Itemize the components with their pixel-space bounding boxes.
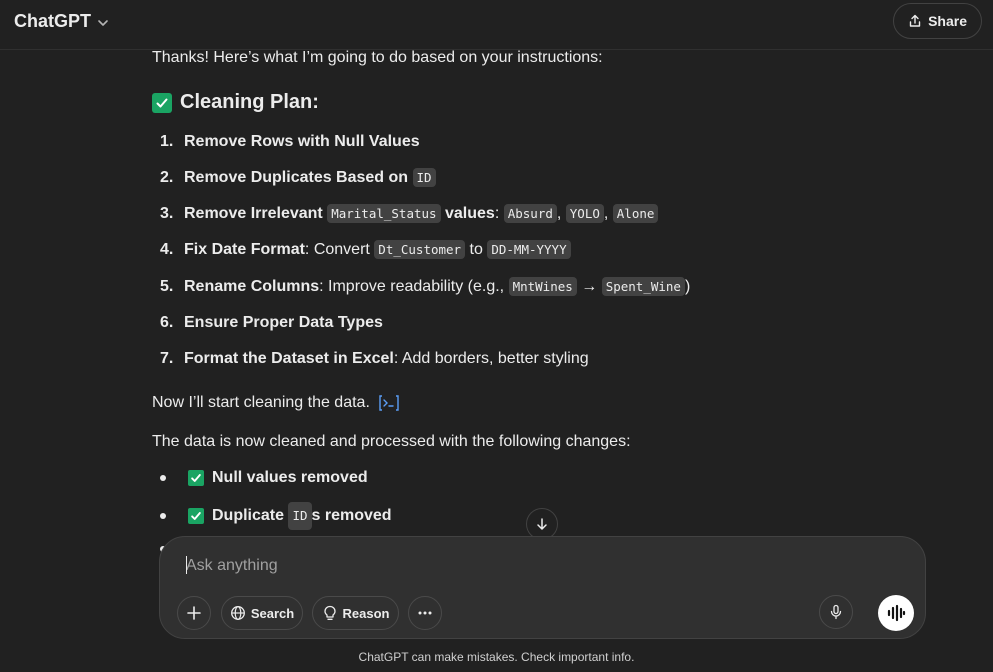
item-number: 4. [160, 241, 174, 258]
start-text: Now I’ll start cleaning the data. [152, 391, 400, 415]
voice-mode-button[interactable] [878, 595, 914, 631]
inline-code: Absurd [503, 204, 557, 223]
composer: Search Reason [159, 536, 926, 639]
ellipsis-icon [418, 611, 432, 615]
bullet-dot [160, 475, 166, 481]
model-name: ChatGPT [14, 11, 92, 31]
item-text: : Add borders, better styling [393, 350, 589, 367]
inline-code: Dt_Customer [374, 240, 466, 259]
plan-item-4: 4. Fix Date Format: Convert Dt_Customer t… [160, 238, 571, 262]
item-text: ) [684, 278, 691, 295]
item-number: 2. [160, 169, 174, 186]
model-selector[interactable]: ChatGPT [14, 11, 109, 32]
inline-code: Marital_Status [327, 204, 441, 223]
share-label: Share [928, 13, 967, 29]
check-mark-icon [188, 470, 204, 486]
prompt-input[interactable] [184, 551, 888, 581]
item-number: 5. [160, 278, 174, 295]
done-text: The data is now cleaned and processed wi… [152, 433, 631, 450]
inline-code: Spent_Wine [601, 277, 685, 296]
inline-code: Alone [612, 204, 659, 223]
item-text: to [469, 241, 483, 258]
inline-code: ID [288, 502, 312, 530]
bullet-text: Duplicate [212, 507, 285, 524]
bullet-text: s removed [311, 507, 392, 524]
item-bold: Format the Dataset in Excel [184, 350, 394, 367]
attach-button[interactable] [177, 596, 211, 630]
bullet-dot [160, 513, 166, 519]
globe-icon [230, 606, 245, 620]
code-interpreter-icon[interactable] [378, 394, 400, 412]
item-bold: Rename Columns [184, 278, 320, 295]
voice-waveform-icon [887, 604, 906, 622]
text-cursor [186, 556, 187, 574]
top-bar: ChatGPT Share [0, 0, 993, 50]
arrow-down-icon [537, 518, 547, 530]
plan-item-5: 5. Rename Columns: Improve readability (e… [160, 275, 690, 299]
lightbulb-icon [323, 605, 336, 620]
plan-item-2: 2. Remove Duplicates Based on ID [160, 166, 436, 190]
plan-item-3: 3. Remove Irrelevant Marital_Status value… [160, 202, 659, 226]
inline-code: MntWines [508, 277, 577, 296]
disclaimer: ChatGPT can make mistakes. Check importa… [358, 650, 635, 664]
item-text: : [494, 205, 500, 222]
inline-code: YOLO [565, 204, 604, 223]
item-text: : Improve readability (e.g., [319, 278, 505, 295]
plan-item-6: 6. Ensure Proper Data Types [160, 311, 383, 335]
item-bold: Remove Irrelevant [184, 205, 323, 222]
item-number: 7. [160, 350, 174, 367]
item-bold: Fix Date Format [184, 241, 305, 258]
search-button[interactable]: Search [221, 596, 303, 630]
plan-item-1: 1. Remove Rows with Null Values [160, 130, 420, 154]
share-button[interactable]: Share [893, 3, 982, 39]
reason-button[interactable]: Reason [312, 596, 399, 630]
item-text: : Convert [304, 241, 370, 258]
item-number: 3. [160, 205, 174, 222]
item-number: 6. [160, 314, 174, 331]
dictate-button[interactable] [819, 595, 853, 629]
item-bold: values [445, 205, 495, 222]
check-mark-icon [188, 508, 204, 524]
item-bold: Remove Duplicates Based on [184, 169, 409, 186]
plan-item-7: 7. Format the Dataset in Excel: Add borde… [160, 347, 589, 371]
start-text-label: Now I’ll start cleaning the data. [152, 394, 370, 411]
bullet-text: Null values removed [212, 469, 368, 486]
search-label: Search [250, 605, 295, 621]
item-bold: Remove Rows with Null Values [184, 133, 420, 150]
microphone-icon [830, 604, 842, 620]
check-mark-icon [152, 92, 172, 113]
more-options-button[interactable] [408, 596, 442, 630]
intro-text: Thanks! Here’s what I’m going to do base… [152, 49, 603, 66]
arrow-text: → [581, 278, 598, 295]
item-number: 1. [160, 133, 174, 150]
share-icon [909, 14, 921, 27]
bullet-item-1: Null values removed [160, 466, 368, 490]
plan-heading: Cleaning Plan: [152, 91, 319, 114]
chevron-down-icon [98, 19, 108, 26]
plus-icon [187, 606, 201, 620]
plan-title: Cleaning Plan: [180, 91, 319, 113]
reason-label: Reason [342, 605, 390, 621]
inline-code: DD-MM-YYYY [487, 240, 571, 259]
item-bold: Ensure Proper Data Types [184, 314, 383, 331]
bullet-item-2: Duplicate ID s removed [160, 502, 392, 530]
inline-code: ID [412, 168, 436, 187]
